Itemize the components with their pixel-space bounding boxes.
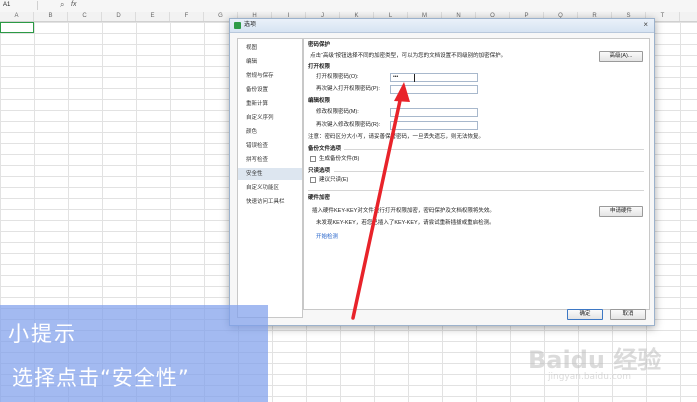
divider: [308, 190, 644, 191]
zoom-icon[interactable]: ⌕: [60, 0, 64, 10]
edit-password-confirm-label: 再次键入修改权限密码(R):: [316, 122, 381, 128]
active-cell[interactable]: [0, 22, 34, 33]
ok-button[interactable]: 确定: [567, 309, 603, 320]
nav-item-custom-ribbon[interactable]: 自定义功能区: [238, 182, 302, 194]
security-panel: 密码保护 点击“高级”按钮选择不同的加密类型，可以为您的文档设置不同级别的加密保…: [303, 38, 650, 310]
options-nav: 视图 编辑 常规与保存 备份设置 重新计算 自定义序列 颜色 错误检查 拼写检查…: [237, 38, 303, 318]
column-header-a[interactable]: A: [0, 12, 34, 21]
open-password-confirm-field[interactable]: [390, 85, 478, 94]
nav-item-edit[interactable]: 编辑: [238, 56, 302, 68]
hint-text: 选择点击“安全性”: [12, 366, 190, 390]
readonly-checkbox[interactable]: [310, 177, 316, 183]
hardware-heading: 硬件加密: [308, 195, 331, 201]
nav-item-backup[interactable]: 备份设置: [238, 84, 302, 96]
apply-hardware-button[interactable]: 申请硬件: [599, 206, 643, 217]
app-icon: [234, 22, 241, 29]
doc-protection-desc: 点击“高级”按钮选择不同的加密类型，可以为您的文档设置不同级别的加密保护。: [310, 53, 507, 59]
edit-password-field[interactable]: [390, 108, 478, 117]
dialog-title: 选项: [244, 22, 257, 28]
password-notice: 注意：密码区分大小写，请妥善保管密码，一旦丢失遗忘，则无法恢复。: [308, 134, 485, 140]
column-header-b[interactable]: B: [34, 12, 68, 21]
backup-checkbox-label: 生成备份文件(B): [319, 156, 360, 162]
edit-permission-heading: 编辑权限: [308, 98, 331, 104]
text-cursor: [414, 74, 415, 82]
fx-icon[interactable]: fx: [71, 1, 76, 8]
nav-item-recalc[interactable]: 重新计算: [238, 98, 302, 110]
open-password-confirm-label: 再次键入打开权限密码(P):: [316, 86, 380, 92]
nav-item-general-save[interactable]: 常规与保存: [238, 70, 302, 82]
nav-item-custom-list[interactable]: 自定义序列: [238, 112, 302, 124]
column-header-d[interactable]: D: [102, 12, 136, 21]
name-box[interactable]: A1: [0, 1, 38, 10]
open-permission-heading: 打开权限: [308, 64, 331, 70]
nav-item-view[interactable]: 视图: [238, 42, 302, 54]
nav-item-spell-check[interactable]: 拼写检查: [238, 154, 302, 166]
cancel-button[interactable]: 取消: [610, 309, 646, 320]
nav-item-color[interactable]: 颜色: [238, 126, 302, 138]
dialog-titlebar[interactable]: 选项 ×: [230, 19, 654, 33]
column-header-e[interactable]: E: [136, 12, 170, 21]
hardware-desc-1: 插入硬件KEY-KEY对文件进行打开权限加密，密码保护及文档权限将失效。: [312, 208, 495, 214]
edit-password-confirm-field[interactable]: [390, 121, 478, 130]
readonly-heading: 只读选项: [308, 168, 331, 174]
open-password-label: 打开权限密码(O):: [316, 74, 359, 80]
divider: [334, 171, 644, 172]
open-password-field[interactable]: •••: [390, 73, 478, 82]
close-icon[interactable]: ×: [643, 20, 648, 29]
doc-protection-heading: 密码保护: [308, 42, 331, 48]
readonly-checkbox-label: 建议只读(E): [319, 177, 349, 183]
hardware-desc-2: 未发现KEY-KEY，若您已插入了KEY-KEY，请尝试重新插拔或重启检测。: [316, 220, 495, 226]
baidu-watermark: Baidu 经验: [528, 346, 662, 374]
start-detect-link[interactable]: 开始检测: [316, 234, 338, 241]
hint-title: 小提示: [8, 322, 77, 346]
edit-password-label: 修改权限密码(M):: [316, 109, 359, 115]
backup-checkbox[interactable]: [310, 156, 316, 162]
options-dialog: 选项 × 视图 编辑 常规与保存 备份设置 重新计算 自定义序列 颜色 错误检查…: [229, 18, 655, 326]
nav-item-quick-access[interactable]: 快速访问工具栏: [238, 196, 302, 208]
baidu-watermark-url: jingyan.baidu.com: [548, 372, 632, 382]
nav-item-error-check[interactable]: 错误检查: [238, 140, 302, 152]
advanced-button[interactable]: 高级(A)...: [599, 51, 643, 62]
column-header-f[interactable]: F: [170, 12, 204, 21]
column-header-c[interactable]: C: [68, 12, 102, 21]
backup-heading: 备份文件选项: [308, 146, 342, 152]
nav-item-security[interactable]: 安全性: [238, 168, 302, 180]
divider: [344, 149, 644, 150]
